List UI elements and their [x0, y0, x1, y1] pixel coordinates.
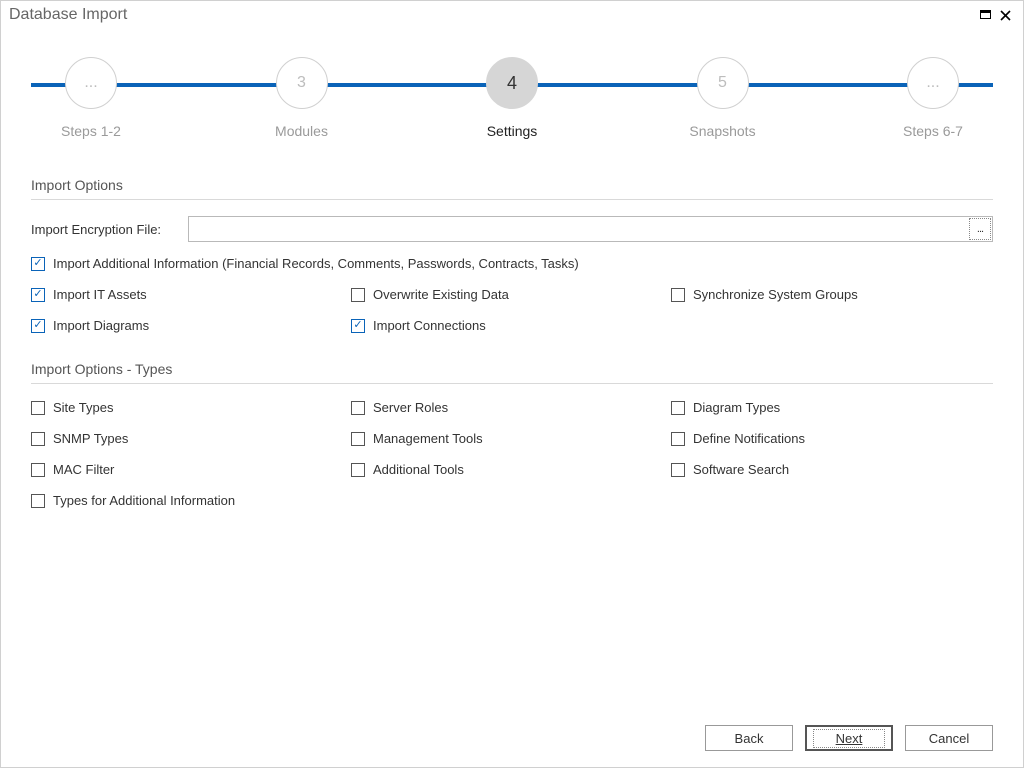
- chk-label: Software Search: [693, 462, 789, 477]
- chk-mac-filter[interactable]: MAC Filter: [31, 462, 351, 477]
- section-import-options-types: Import Options - Types Site Types Server…: [31, 361, 993, 508]
- checkbox-icon: ✓: [31, 257, 45, 271]
- chk-software-search[interactable]: Software Search: [671, 462, 993, 477]
- chk-label: Diagram Types: [693, 400, 780, 415]
- step-label: Snapshots: [689, 123, 755, 139]
- chk-server-roles[interactable]: Server Roles: [351, 400, 671, 415]
- cancel-button[interactable]: Cancel: [905, 725, 993, 751]
- chk-site-types[interactable]: Site Types: [31, 400, 351, 415]
- chk-label: MAC Filter: [53, 462, 114, 477]
- section-import-options: Import Options Import Encryption File: .…: [31, 177, 993, 333]
- title-bar: Database Import: [1, 1, 1023, 29]
- step-modules[interactable]: 3 Modules: [242, 57, 362, 139]
- chk-import-it-assets[interactable]: ✓ Import IT Assets: [31, 287, 351, 302]
- chk-label: Import IT Assets: [53, 287, 147, 302]
- checkbox-icon: [351, 463, 365, 477]
- chk-overwrite-existing[interactable]: Overwrite Existing Data: [351, 287, 671, 302]
- checkbox-icon: ✓: [351, 319, 365, 333]
- chk-label: Types for Additional Information: [53, 493, 235, 508]
- checkbox-icon: [671, 432, 685, 446]
- step-circle: 4: [486, 57, 538, 109]
- chk-label: Management Tools: [373, 431, 483, 446]
- step-1-2[interactable]: ... Steps 1-2: [31, 57, 151, 139]
- chk-label: Import Diagrams: [53, 318, 149, 333]
- encryption-file-input[interactable]: [193, 218, 970, 240]
- chk-label: SNMP Types: [53, 431, 128, 446]
- checkbox-icon: [351, 288, 365, 302]
- checkbox-icon: [31, 463, 45, 477]
- chk-label: Define Notifications: [693, 431, 805, 446]
- next-button[interactable]: Next: [805, 725, 893, 751]
- step-label: Steps 1-2: [61, 123, 121, 139]
- chk-diagram-types[interactable]: Diagram Types: [671, 400, 993, 415]
- close-icon[interactable]: [995, 5, 1015, 25]
- checkbox-icon: [671, 288, 685, 302]
- back-button[interactable]: Back: [705, 725, 793, 751]
- section-title: Import Options: [31, 177, 993, 200]
- chk-label: Synchronize System Groups: [693, 287, 858, 302]
- step-6-7[interactable]: ... Steps 6-7: [873, 57, 993, 139]
- checkbox-icon: ✓: [31, 319, 45, 333]
- next-button-label: Next: [836, 731, 863, 746]
- dialog-window: Database Import ... Steps 1-2 3 Modules …: [0, 0, 1024, 768]
- dialog-footer: Back Next Cancel: [705, 725, 993, 751]
- step-label: Settings: [487, 123, 538, 139]
- step-indicator: ... Steps 1-2 3 Modules 4 Settings 5 Sna…: [31, 57, 993, 167]
- chk-label: Import Additional Information (Financial…: [53, 256, 579, 271]
- checkbox-icon: [31, 494, 45, 508]
- encryption-file-input-wrap: ...: [188, 216, 993, 242]
- chk-label: Import Connections: [373, 318, 486, 333]
- chk-snmp-types[interactable]: SNMP Types: [31, 431, 351, 446]
- chk-label: Site Types: [53, 400, 113, 415]
- step-circle: ...: [65, 57, 117, 109]
- chk-sync-system-groups[interactable]: Synchronize System Groups: [671, 287, 993, 302]
- step-label: Steps 6-7: [903, 123, 963, 139]
- step-settings[interactable]: 4 Settings: [452, 57, 572, 139]
- chk-label: Server Roles: [373, 400, 448, 415]
- checkbox-icon: [31, 432, 45, 446]
- chk-import-additional-info[interactable]: ✓ Import Additional Information (Financi…: [31, 256, 993, 271]
- chk-management-tools[interactable]: Management Tools: [351, 431, 671, 446]
- encryption-file-row: Import Encryption File: ...: [31, 216, 993, 242]
- chk-define-notifications[interactable]: Define Notifications: [671, 431, 993, 446]
- checkbox-icon: [671, 401, 685, 415]
- section-title: Import Options - Types: [31, 361, 993, 384]
- maximize-icon[interactable]: [975, 5, 995, 25]
- checkbox-icon: [351, 401, 365, 415]
- checkbox-icon: [31, 401, 45, 415]
- step-label: Modules: [275, 123, 328, 139]
- chk-label: Additional Tools: [373, 462, 464, 477]
- chk-additional-tools[interactable]: Additional Tools: [351, 462, 671, 477]
- checkbox-icon: ✓: [31, 288, 45, 302]
- step-snapshots[interactable]: 5 Snapshots: [663, 57, 783, 139]
- checkbox-icon: [671, 463, 685, 477]
- chk-types-additional-info[interactable]: Types for Additional Information: [31, 493, 993, 508]
- chk-label: Overwrite Existing Data: [373, 287, 509, 302]
- step-circle: 5: [697, 57, 749, 109]
- chk-import-connections[interactable]: ✓ Import Connections: [351, 318, 671, 333]
- browse-button[interactable]: ...: [969, 218, 991, 240]
- step-circle: ...: [907, 57, 959, 109]
- chk-import-diagrams[interactable]: ✓ Import Diagrams: [31, 318, 351, 333]
- checkbox-icon: [351, 432, 365, 446]
- encryption-file-label: Import Encryption File:: [31, 222, 188, 237]
- window-title: Database Import: [9, 6, 975, 24]
- step-circle: 3: [276, 57, 328, 109]
